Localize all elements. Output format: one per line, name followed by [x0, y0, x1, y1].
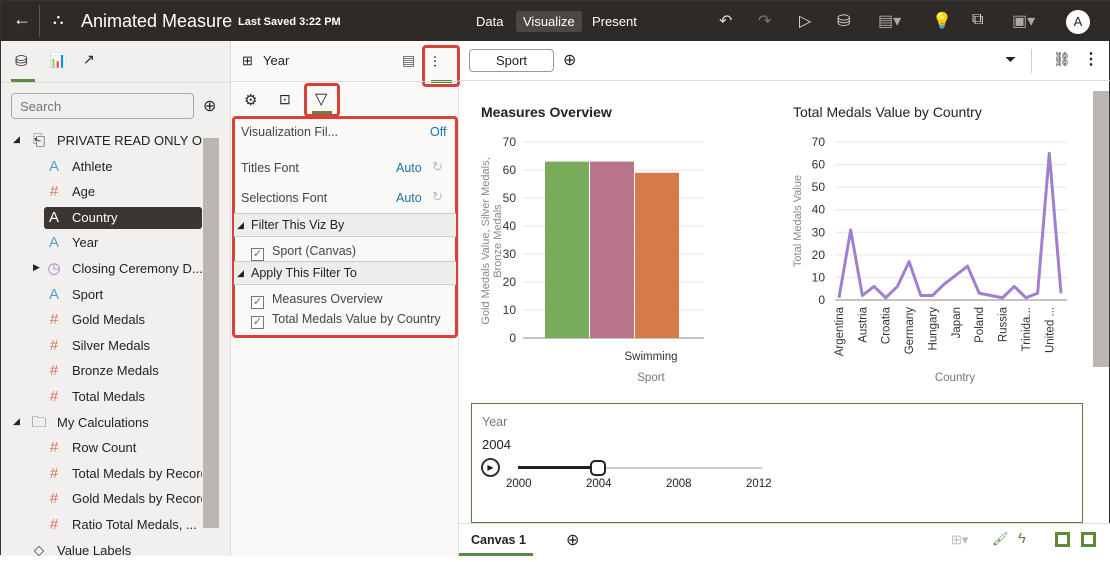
- y-tick-label: 70: [812, 135, 826, 149]
- collapse-icon[interactable]: ◢: [13, 416, 20, 427]
- y-tick-label: 50: [812, 180, 826, 194]
- tag-icon: ⬦: [33, 541, 45, 559]
- y-tick-label: 40: [812, 203, 826, 217]
- x-tick-label: United ...: [1044, 307, 1056, 353]
- tree-item-label: Gold Medals by Record: [72, 491, 202, 507]
- folder-icon: 🗀: [31, 413, 47, 431]
- slider-tick-label: 2012: [746, 478, 772, 490]
- measure-icon: #: [49, 516, 59, 533]
- x-tick-label: Hungary: [927, 307, 939, 351]
- y-tick-label: 30: [503, 247, 517, 261]
- bar: [635, 172, 679, 338]
- tree-item[interactable]: ⬦ Value Labels: [29, 540, 202, 562]
- x-tick-label: Austria: [857, 306, 869, 342]
- tree-item-label: Value Labels: [57, 542, 132, 558]
- y-tick-label: 20: [503, 275, 517, 289]
- x-tick-label: Argentina: [834, 306, 846, 356]
- y-tick-label: 10: [812, 270, 826, 284]
- tree-item[interactable]: # Ratio Total Medals, ...: [44, 514, 202, 536]
- y-axis-title: Bronze Medals: [492, 204, 504, 278]
- layout-icon[interactable]: ⊞▾: [951, 532, 968, 548]
- measure-icon: #: [49, 490, 59, 508]
- y-tick-label: 60: [503, 163, 517, 177]
- x-tick-label: Germany: [904, 307, 916, 355]
- add-canvas-icon[interactable]: ⊕: [566, 530, 579, 550]
- series-line: [837, 151, 1063, 300]
- y-tick-label: 10: [503, 303, 517, 317]
- slider-tick-label: 2008: [666, 478, 692, 490]
- slider-thumb[interactable]: [590, 460, 606, 476]
- x-tick-label: Poland: [974, 307, 986, 343]
- x-tick-label: Japan: [951, 307, 963, 338]
- tree-item-label: Total Medals by Record: [72, 465, 202, 481]
- tab-canvas-1[interactable]: Canvas 1: [471, 533, 526, 547]
- y-tick-label: 40: [503, 219, 517, 233]
- tree-item-label: Ratio Total Medals, ...: [72, 517, 197, 532]
- slider-fill: [518, 466, 598, 469]
- left-panel-toggle[interactable]: [1055, 532, 1070, 547]
- tree-item-label: Row Count: [72, 440, 137, 456]
- tree-item-label: My Calculations: [57, 414, 149, 430]
- bar: [590, 161, 634, 338]
- y-axis-title: Gold Medals Value, Silver Medals,: [480, 157, 492, 324]
- y-tick-label: 20: [812, 248, 826, 262]
- year-slider-viz[interactable]: Year 2004 ▶ 2000 2004 2008 2012: [471, 403, 1083, 523]
- x-tick-label: Trinida...: [1021, 307, 1033, 351]
- charts-svg: 0 10 20 30 40 50 60 70 Swimming Sport Gold Medals …: [480, 135, 1067, 384]
- y-tick-label: 60: [812, 158, 826, 172]
- slider-value: 2004: [482, 437, 511, 452]
- y-axis-title: Total Medals Value: [792, 175, 804, 267]
- x-axis-title: Country: [935, 372, 976, 384]
- y-tick-label: 0: [818, 293, 825, 307]
- x-axis-title: Sport: [637, 372, 665, 384]
- slider-title: Year: [482, 415, 508, 429]
- measure-icon: #: [49, 439, 59, 457]
- y-tick-label: 70: [503, 135, 517, 149]
- bar: [545, 161, 589, 338]
- lightning-icon[interactable]: ϟ: [1018, 530, 1026, 547]
- paintbrush-icon[interactable]: 🖌: [992, 531, 1009, 547]
- tree-item[interactable]: # Gold Medals by Record: [44, 488, 202, 510]
- play-animation-button[interactable]: ▶: [481, 458, 500, 477]
- slider-tick-label: 2004: [586, 478, 612, 490]
- tree-item[interactable]: # Total Medals by Record: [44, 463, 202, 485]
- tree-item[interactable]: 🗀 My Calculations: [29, 412, 202, 434]
- x-tick-label: Swimming: [624, 351, 677, 363]
- right-panel-toggle[interactable]: [1081, 532, 1096, 547]
- x-tick-label: Croatia: [881, 306, 893, 344]
- measure-icon: #: [49, 464, 59, 482]
- slider-tick-label: 2000: [506, 478, 532, 490]
- y-tick-label: 30: [812, 225, 826, 239]
- y-tick-label: 0: [509, 331, 516, 345]
- y-tick-label: 50: [503, 191, 517, 205]
- canvas-tabs-bar: Canvas 1 ⊕ ⊞▾ 🖌 ϟ: [459, 523, 1110, 556]
- x-tick-label: Russia: [998, 306, 1010, 342]
- tree-item[interactable]: # Row Count: [44, 437, 202, 459]
